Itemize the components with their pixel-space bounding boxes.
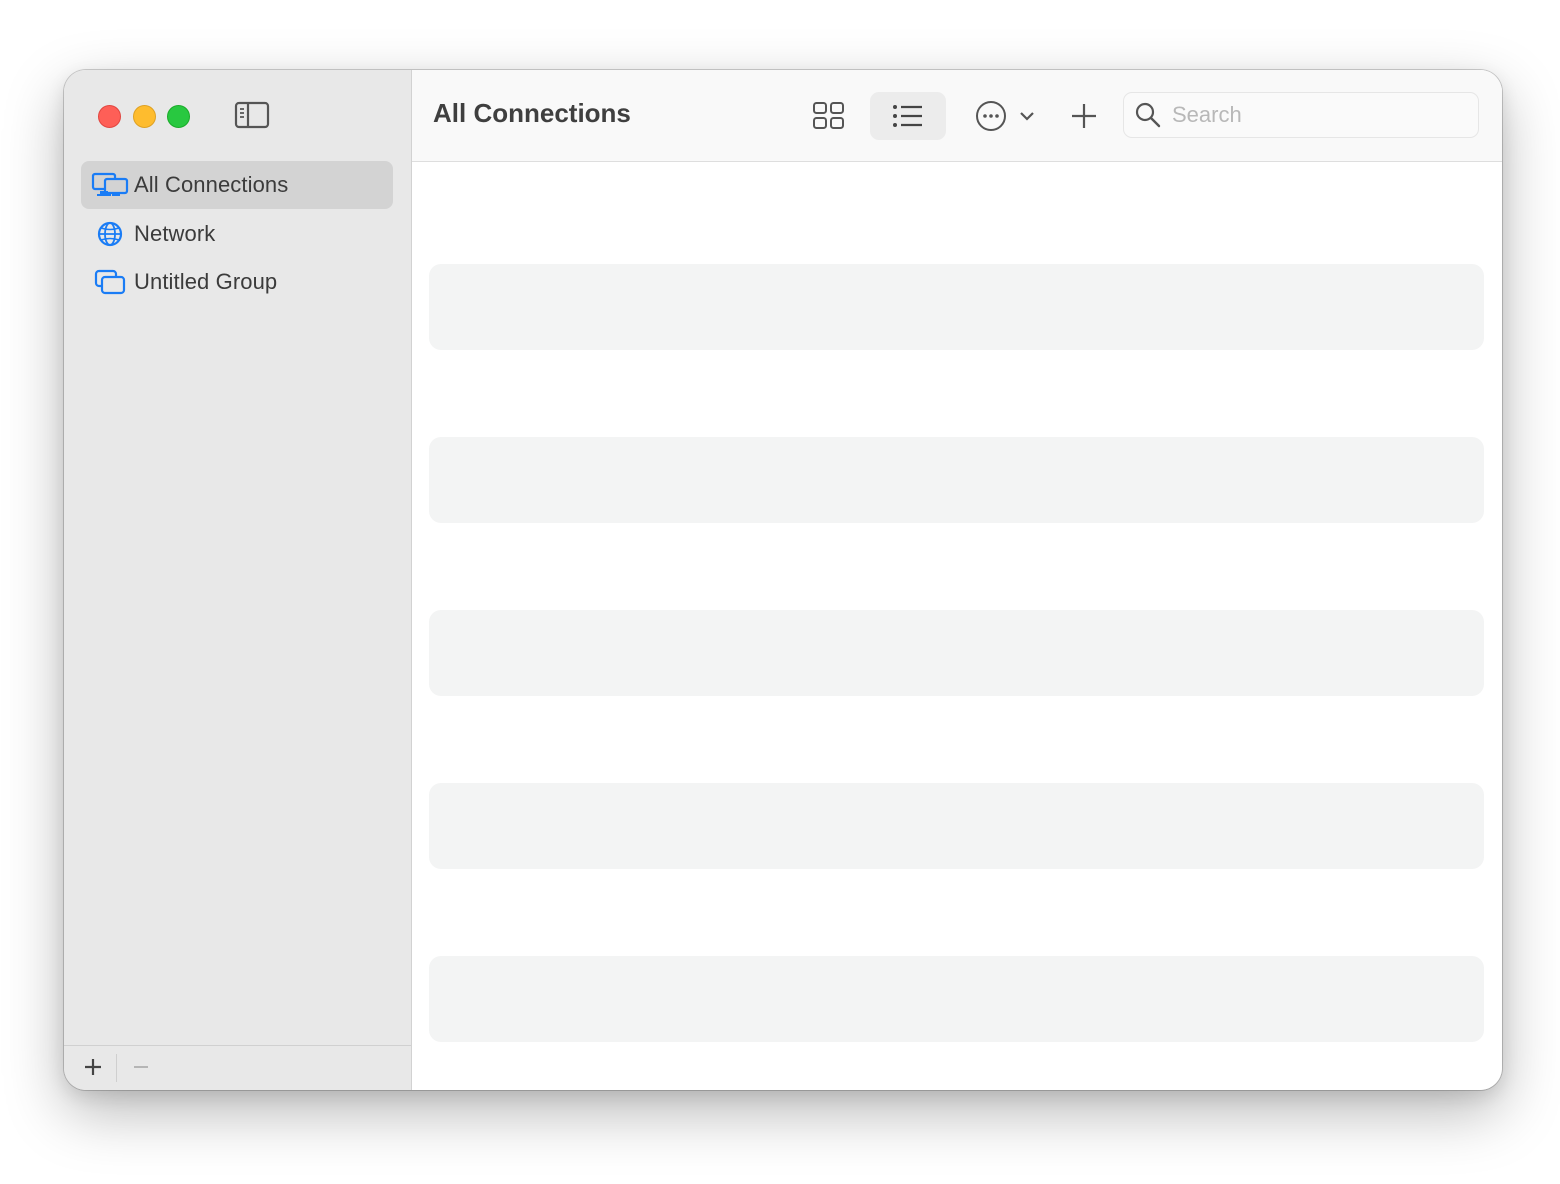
list-item-placeholder[interactable]: [429, 264, 1484, 350]
grid-view-button[interactable]: [805, 92, 853, 140]
add-group-button[interactable]: [78, 1052, 108, 1082]
sidebar: All Connections Network Untitled Group: [64, 70, 412, 1090]
minus-icon: [134, 1066, 148, 1068]
sidebar-toggle-icon: [234, 101, 270, 129]
sidebar-item-untitled-group[interactable]: Untitled Group: [81, 258, 393, 306]
search-input[interactable]: [1170, 101, 1464, 129]
list-item-placeholder[interactable]: [429, 956, 1484, 1042]
search-icon: [1135, 102, 1161, 128]
minimize-window-button[interactable]: [133, 105, 156, 128]
add-connection-button[interactable]: [1064, 92, 1104, 140]
chevron-down-icon: [1020, 112, 1034, 121]
list-item-placeholder[interactable]: [429, 610, 1484, 696]
group-windows-icon: [91, 267, 129, 297]
main-pane: All Connections: [412, 70, 1502, 1090]
sidebar-item-label: Network: [134, 220, 216, 246]
app-window: All Connections Network Untitled Group A…: [64, 70, 1502, 1090]
more-actions-button[interactable]: [972, 92, 1038, 140]
list-view-icon: [893, 105, 922, 127]
search-field[interactable]: [1123, 92, 1479, 138]
list-item-placeholder[interactable]: [429, 437, 1484, 523]
sidebar-toggle-button[interactable]: [234, 100, 270, 130]
sidebar-item-all-connections[interactable]: All Connections: [81, 161, 393, 209]
page-title: All Connections: [433, 98, 631, 128]
grid-view-icon: [813, 102, 844, 129]
toolbar: All Connections: [412, 70, 1502, 162]
list-view-button[interactable]: [870, 92, 946, 140]
displays-icon: [91, 170, 129, 200]
sidebar-footer: [64, 1045, 411, 1090]
zoom-window-button[interactable]: [167, 105, 190, 128]
sidebar-item-label: Untitled Group: [134, 269, 278, 294]
plus-icon: [85, 1059, 101, 1075]
ellipsis-circle-icon: [976, 101, 1006, 131]
sidebar-list: All Connections Network Untitled Group: [81, 161, 393, 307]
globe-icon: [91, 219, 129, 249]
footer-divider: [116, 1054, 117, 1082]
close-window-button[interactable]: [98, 105, 121, 128]
list-item-placeholder[interactable]: [429, 783, 1484, 869]
connections-list: [429, 264, 1484, 1090]
sidebar-item-network[interactable]: Network: [81, 210, 393, 258]
plus-icon: [1072, 104, 1096, 128]
remove-group-button[interactable]: [126, 1052, 156, 1082]
sidebar-item-label: All Connections: [134, 172, 289, 197]
